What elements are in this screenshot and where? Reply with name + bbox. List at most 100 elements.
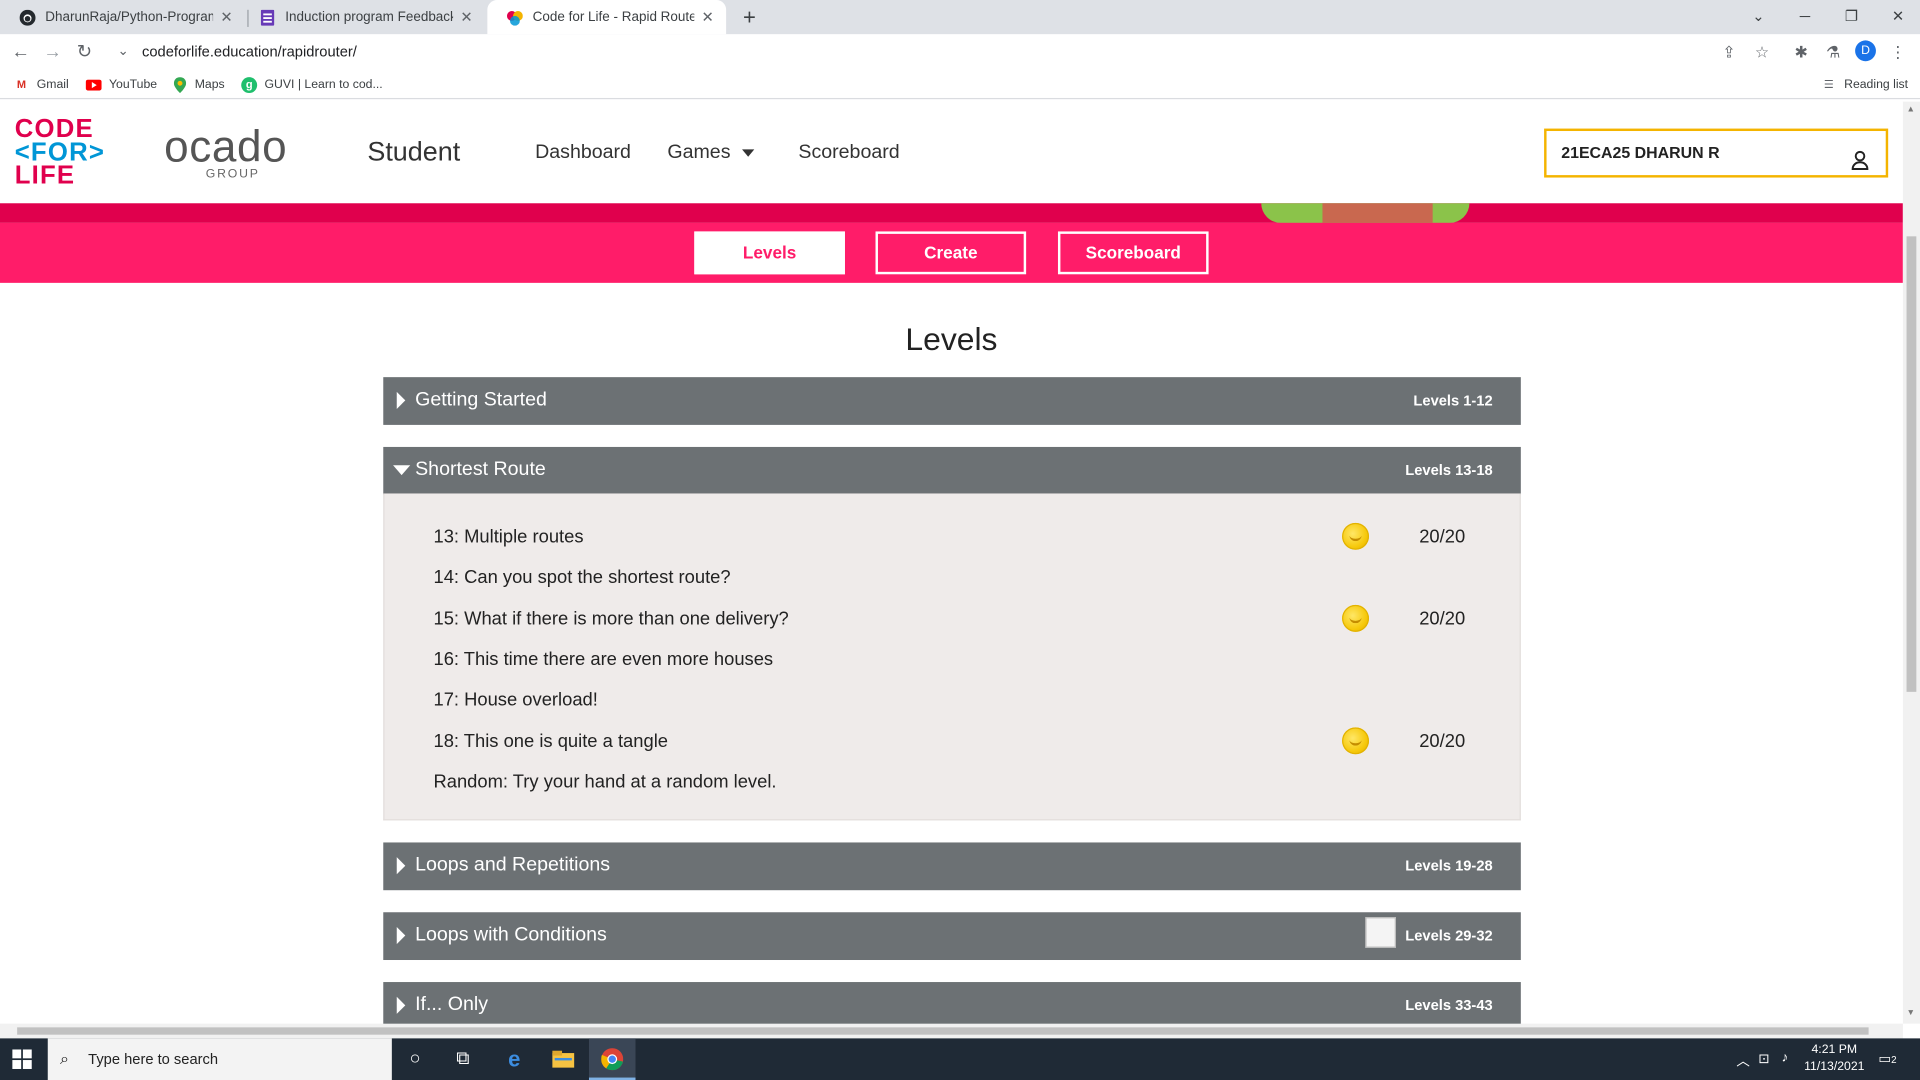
taskbar-search-box[interactable]: ⌕ Type here to search — [47, 1038, 392, 1080]
close-tab-icon[interactable]: ✕ — [460, 9, 472, 26]
task-view-icon[interactable]: ⧉ — [440, 1038, 487, 1080]
minimize-button[interactable]: ─ — [1783, 0, 1827, 34]
address-bar[interactable]: ⌄ codeforlife.education/rapidrouter/ — [107, 36, 1786, 68]
level-score: 20/20 — [1419, 608, 1466, 630]
volume-icon[interactable]: ♪ — [1782, 1051, 1789, 1066]
episode-name: Loops with Conditions — [415, 924, 607, 946]
episode-loops-with-conditions[interactable]: Loops with Conditions Levels 29-32 — [383, 912, 1521, 961]
tab-search-chevron-icon[interactable]: ⌄ — [1736, 0, 1780, 34]
level-score: 20/20 — [1419, 731, 1466, 752]
bookmark-guvi[interactable]: g GUVI | Learn to cod... — [241, 75, 383, 95]
bookmark-label: Gmail — [36, 77, 69, 92]
episode-getting-started[interactable]: Getting Started Levels 1-12 — [383, 377, 1521, 425]
episode-name: Loops and Repetitions — [415, 854, 611, 876]
episode-range: Levels 13-18 — [1405, 461, 1493, 479]
clock-time: 4:21 PM — [1811, 1043, 1858, 1057]
vertical-scroll-thumb[interactable] — [1906, 236, 1917, 692]
youtube-icon — [85, 77, 102, 93]
gmail-icon: M — [16, 78, 27, 91]
banner-illustration — [1261, 203, 1470, 223]
chrome-icon[interactable] — [588, 1038, 636, 1080]
cortana-icon[interactable]: ○ — [392, 1038, 439, 1080]
browser-tab-github[interactable]: DharunRaja/Python-Programmin ✕ — [0, 0, 245, 34]
scroll-up-arrow-icon[interactable]: ▲ — [1907, 105, 1915, 114]
close-tab-icon[interactable]: ✕ — [220, 9, 232, 26]
bookmark-maps[interactable]: Maps — [171, 75, 225, 95]
user-name: 21ECA25 DHARUN R — [1561, 143, 1720, 162]
expand-arrow-icon — [396, 857, 406, 875]
level-row-13[interactable]: 13: Multiple routes 20/20 — [433, 522, 1486, 552]
ocado-logo[interactable]: ocado — [164, 121, 287, 172]
site-info-chevron-icon[interactable]: ⌄ — [118, 37, 129, 68]
browser-tab-rapid-router[interactable]: Code for Life - Rapid Router ✕ — [487, 0, 727, 35]
search-icon: ⌕ — [60, 1049, 69, 1068]
episode-range: Levels 33-43 — [1405, 996, 1493, 1014]
bookmark-youtube[interactable]: YouTube — [85, 75, 158, 95]
site-header: CODE <FOR> LIFE ocado GROUP Student Dash… — [0, 101, 1903, 204]
vertical-scrollbar[interactable]: ▲ ▼ — [1902, 101, 1920, 1024]
level-link[interactable]: 15: What if there is more than one deliv… — [433, 609, 788, 630]
caret-down-icon — [741, 149, 754, 157]
forward-arrow-icon[interactable]: → — [40, 40, 64, 64]
edge-icon[interactable]: e — [491, 1038, 538, 1080]
nav-dashboard[interactable]: Dashboard — [535, 142, 631, 164]
windows-start-icon[interactable] — [12, 1049, 32, 1069]
reading-list-button[interactable]: ☰ Reading list — [1821, 75, 1908, 95]
url-text: codeforlife.education/rapidrouter/ — [142, 42, 357, 61]
level-link[interactable]: 16: This time there are even more houses — [433, 649, 773, 670]
code-for-life-logo[interactable]: CODE <FOR> LIFE — [15, 116, 104, 189]
subnav-scoreboard-button[interactable]: Scoreboard — [1057, 231, 1209, 275]
page-title: Levels — [905, 320, 998, 358]
subnav-levels-button[interactable]: Levels — [694, 231, 845, 275]
back-arrow-icon[interactable]: ← — [9, 40, 33, 64]
taskbar-clock[interactable]: 4:21 PM 11/13/2021 — [1800, 1042, 1869, 1076]
episode-loops-and-repetitions[interactable]: Loops and Repetitions Levels 19-28 — [383, 842, 1521, 891]
bookmark-star-icon[interactable]: ☆ — [1751, 42, 1773, 64]
broken-image-icon — [1365, 917, 1396, 948]
notifications-icon[interactable]: ▭2 — [1878, 1051, 1896, 1067]
browser-menu-icon[interactable]: ⋮ — [1887, 42, 1909, 64]
level-row-16[interactable]: 16: This time there are even more houses — [433, 645, 1486, 674]
network-icon[interactable]: ⊡ — [1758, 1051, 1769, 1067]
tray-expand-icon[interactable]: ︿ — [1736, 1051, 1749, 1071]
expand-arrow-icon — [396, 996, 406, 1014]
share-icon[interactable]: ⇪ — [1718, 42, 1740, 64]
nav-scoreboard[interactable]: Scoreboard — [798, 142, 899, 164]
level-link[interactable]: 13: Multiple routes — [433, 527, 583, 548]
file-explorer-icon[interactable] — [540, 1038, 587, 1080]
episode-name: Getting Started — [415, 389, 547, 411]
bookmark-gmail[interactable]: M Gmail — [13, 75, 69, 95]
episode-if-only[interactable]: If... Only Levels 33-43 — [383, 982, 1521, 1030]
lab-flask-icon[interactable]: ⚗ — [1822, 42, 1844, 64]
notification-glyph: ▭ — [1878, 1051, 1892, 1067]
level-row-random[interactable]: Random: Try your hand at a random level. — [433, 768, 1486, 797]
horizontal-scrollbar[interactable] — [0, 1023, 1903, 1039]
profile-avatar[interactable]: D — [1855, 40, 1876, 62]
new-tab-button[interactable]: + — [737, 5, 761, 29]
level-link[interactable]: Random: Try your hand at a random level. — [433, 771, 776, 792]
reload-icon[interactable]: ↻ — [72, 40, 96, 64]
level-link[interactable]: 17: House overload! — [433, 689, 597, 710]
bookmark-label: YouTube — [108, 77, 158, 92]
level-row-18[interactable]: 18: This one is quite a tangle 20/20 — [433, 727, 1486, 756]
level-row-17[interactable]: 17: House overload! — [433, 686, 1486, 715]
tab-title: Code for Life - Rapid Router — [532, 9, 695, 25]
level-row-15[interactable]: 15: What if there is more than one deliv… — [433, 604, 1486, 634]
level-row-14[interactable]: 14: Can you spot the shortest route? — [433, 563, 1486, 592]
scroll-down-arrow-icon[interactable]: ▼ — [1907, 1009, 1915, 1018]
horizontal-scroll-thumb[interactable] — [17, 1027, 1869, 1035]
nav-games[interactable]: Games — [667, 142, 754, 164]
forms-icon — [260, 9, 276, 26]
notification-count: 2 — [1891, 1054, 1897, 1066]
level-link[interactable]: 18: This one is quite a tangle — [433, 731, 668, 752]
extensions-puzzle-icon[interactable]: ✱ — [1790, 42, 1812, 64]
close-window-button[interactable]: ✕ — [1876, 0, 1920, 34]
close-tab-icon[interactable]: ✕ — [702, 9, 714, 26]
browser-tab-feedback[interactable]: Induction program Feedback ✕ — [240, 0, 485, 34]
level-link[interactable]: 14: Can you spot the shortest route? — [433, 567, 730, 588]
episode-shortest-route[interactable]: Shortest Route Levels 13-18 — [383, 446, 1521, 495]
user-account-button[interactable]: 21ECA25 DHARUN R — [1544, 128, 1889, 178]
subnav-create-button[interactable]: Create — [875, 231, 1027, 275]
browser-tab-strip: DharunRaja/Python-Programmin ✕ Induction… — [0, 0, 1920, 35]
restore-button[interactable]: ❐ — [1829, 0, 1873, 34]
